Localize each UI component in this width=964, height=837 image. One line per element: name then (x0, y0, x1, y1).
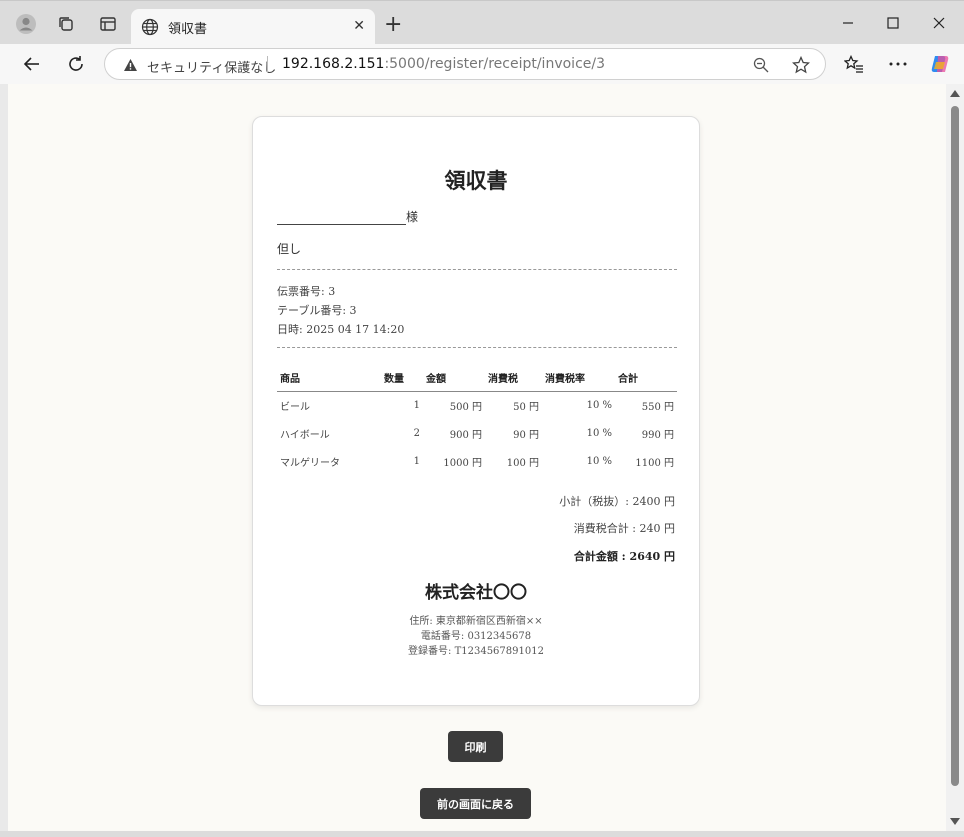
security-label[interactable]: セキュリティ保護なし (147, 57, 276, 76)
back-icon[interactable] (20, 52, 44, 76)
item-qty: 1 (413, 399, 420, 411)
company-registration: 登録番号: T1234567891012 (408, 646, 544, 657)
scroll-thumb[interactable] (951, 106, 959, 786)
address-separator (267, 56, 268, 73)
header-qty: 数量 (381, 367, 423, 392)
print-button[interactable]: 印刷 (448, 731, 503, 762)
tab-bar: 領収書 ✕ + (0, 0, 964, 45)
item-amount: 500 円 (449, 401, 482, 413)
receipt-card: 領収書 様 但し 伝票番号: 3 テーブル番号: 3 日時: 2025 04 1… (252, 116, 700, 706)
collections-icon[interactable] (54, 12, 78, 36)
honorific: 様 (406, 210, 419, 224)
favorite-star-icon[interactable] (791, 55, 811, 75)
window-bottom-frame (0, 831, 964, 837)
table-header-row: 商品 数量 金額 消費税 消費税率 合計 (277, 367, 677, 392)
company-name: 株式会社〇〇 (425, 583, 527, 603)
addressee-line: 様 (277, 208, 418, 225)
item-tax-rate: 10 % (586, 427, 612, 439)
url-host: 192.168.2.151 (282, 56, 385, 72)
table-row: ハイボール 2 900 円 90 円 10 % 990 円 (277, 419, 677, 447)
page-viewport: 領収書 様 但し 伝票番号: 3 テーブル番号: 3 日時: 2025 04 1… (8, 84, 964, 831)
item-tax: 50 円 (513, 401, 539, 413)
item-amount: 900 円 (449, 429, 482, 441)
item-total: 990 円 (641, 429, 674, 441)
scrollbar[interactable] (946, 84, 964, 831)
tadashi-label: 但し (277, 242, 302, 256)
items-table: 商品 数量 金額 消費税 消費税率 合計 ビール 1 500 円 50 円 10… (277, 367, 677, 475)
item-tax: 100 円 (506, 457, 539, 469)
header-total: 合計 (615, 367, 677, 392)
warning-icon[interactable] (123, 57, 138, 76)
company-address: 住所: 東京都新宿区西新宿×× (409, 616, 543, 627)
grand-total: 合計金額 : 2640 円 (573, 550, 675, 563)
zoom-out-icon[interactable] (751, 55, 771, 75)
copilot-icon[interactable] (928, 52, 952, 76)
favorites-icon[interactable] (842, 52, 866, 76)
table-row: ビール 1 500 円 50 円 10 % 550 円 (277, 391, 677, 419)
tax-total: 消費税合計 : 240 円 (573, 522, 675, 535)
maximize-icon[interactable] (883, 13, 903, 33)
item-qty: 1 (413, 455, 420, 467)
close-tab-icon[interactable]: ✕ (353, 18, 365, 34)
globe-icon (141, 18, 159, 40)
address-bar[interactable]: セキュリティ保護なし 192.168.2.151:5000/register/r… (104, 48, 826, 80)
header-amount: 金額 (423, 367, 485, 392)
close-window-icon[interactable] (929, 13, 949, 33)
url-text[interactable]: 192.168.2.151:5000/register/receipt/invo… (282, 56, 605, 72)
header-item: 商品 (277, 367, 381, 392)
item-total: 550 円 (641, 401, 674, 413)
table-row: マルゲリータ 1 1000 円 100 円 10 % 1100 円 (277, 447, 677, 475)
header-tax: 消費税 (485, 367, 542, 392)
table-number: テーブル番号: 3 (277, 304, 357, 317)
receipt-datetime: 日時: 2025 04 17 14:20 (277, 323, 405, 336)
item-name: ハイボール (280, 429, 330, 441)
profile-icon[interactable] (14, 12, 38, 36)
scroll-up-arrow-icon[interactable] (950, 90, 960, 97)
divider (277, 347, 677, 348)
subtotal: 小計（税抜）: 2400 円 (559, 495, 675, 508)
item-tax-rate: 10 % (586, 399, 612, 411)
new-tab-icon[interactable]: + (384, 14, 402, 36)
divider (277, 269, 677, 270)
addressee-blank (277, 212, 406, 225)
item-name: ビール (280, 401, 310, 413)
active-tab[interactable]: 領収書 ✕ (131, 9, 375, 45)
refresh-icon[interactable] (64, 52, 88, 76)
receipt-title: 領収書 (444, 168, 508, 193)
minimize-icon[interactable] (838, 13, 858, 33)
tab-title: 領収書 (168, 22, 208, 37)
item-total: 1100 円 (635, 457, 674, 469)
url-path: :5000/register/receipt/invoice/3 (384, 56, 605, 72)
item-qty: 2 (413, 427, 420, 439)
header-tax-rate: 消費税率 (542, 367, 615, 392)
company-phone: 電話番号: 0312345678 (420, 631, 532, 642)
more-menu-icon[interactable] (886, 52, 910, 76)
item-tax-rate: 10 % (586, 455, 612, 467)
tab-actions-icon[interactable] (96, 12, 120, 36)
scroll-down-arrow-icon[interactable] (950, 818, 960, 825)
browser-toolbar: セキュリティ保護なし 192.168.2.151:5000/register/r… (0, 44, 964, 84)
item-tax: 90 円 (513, 429, 539, 441)
item-amount: 1000 円 (443, 457, 482, 469)
slip-number: 伝票番号: 3 (277, 285, 336, 298)
item-name: マルゲリータ (280, 457, 340, 469)
back-button[interactable]: 前の画面に戻る (420, 788, 531, 819)
